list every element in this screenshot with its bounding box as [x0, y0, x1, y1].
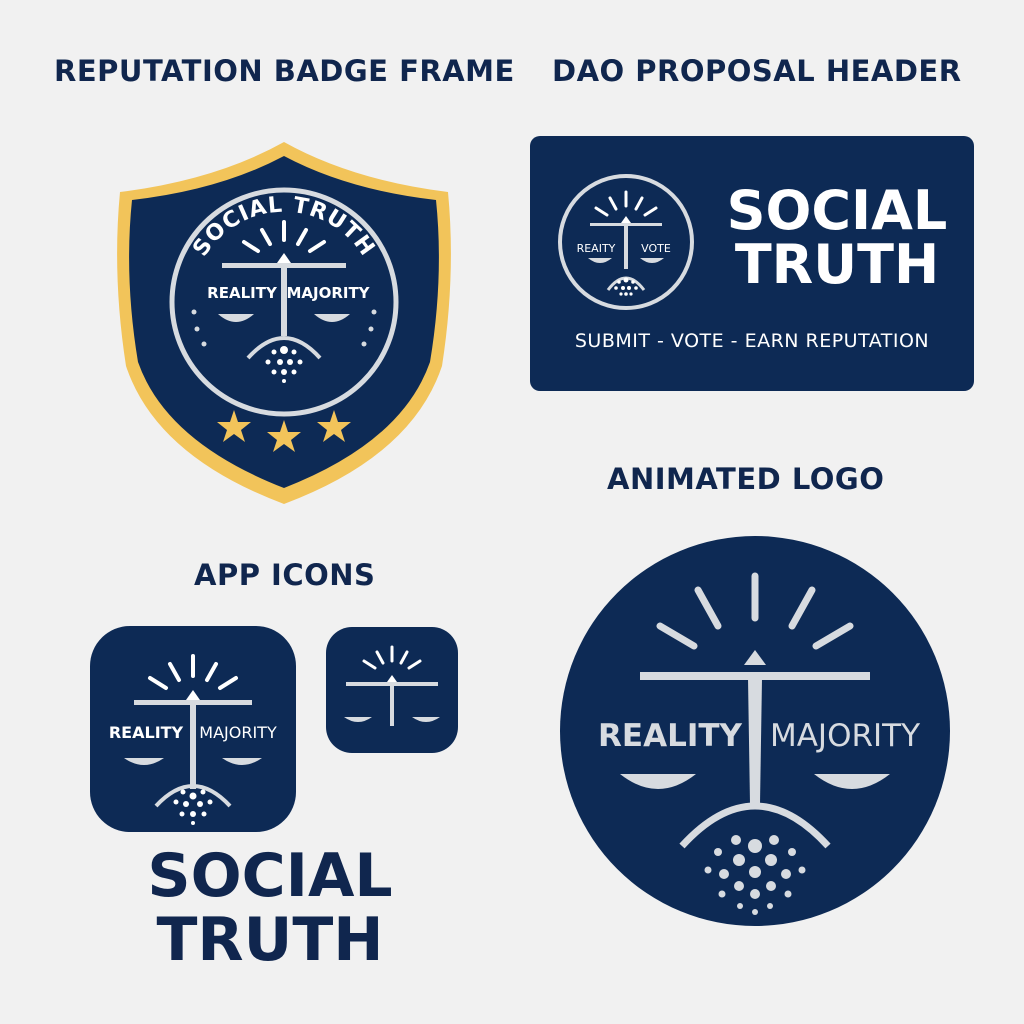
dao-header-name-line2: TRUTH — [734, 233, 940, 296]
dao-proposal-header: REAITY VOTE SOCIAL TRUTH SUBMIT - VOTE -… — [530, 136, 974, 391]
app-icon-small — [326, 627, 458, 753]
app-icon-large: REALITY MAJORITY — [90, 626, 296, 832]
wordmark-line1: SOCIAL — [147, 841, 393, 911]
dao-header-tagline: SUBMIT - VOTE - EARN REPUTATION — [574, 330, 930, 352]
dao-header-name-line1: SOCIAL — [726, 179, 948, 242]
dao-emblem-right-label: VOTE — [641, 242, 671, 255]
dao-header-name: SOCIAL TRUTH — [712, 184, 962, 292]
app-icon-left-label: REALITY — [109, 723, 184, 742]
animated-logo-section-title: ANIMATED LOGO — [607, 462, 885, 496]
social-truth-wordmark: SOCIAL TRUTH — [100, 844, 440, 972]
app-icons-section-title: APP ICONS — [194, 558, 376, 592]
reputation-badge: SOCIAL TRUTH REALITY MAJORITY — [117, 142, 451, 504]
wordmark-line2: TRUTH — [156, 905, 384, 975]
animated-logo: REALITY MAJORITY — [560, 536, 950, 926]
animated-logo-left-label: REALITY — [598, 718, 742, 754]
badge-right-label: MAJORITY — [286, 284, 370, 302]
dao-section-title: DAO PROPOSAL HEADER — [552, 54, 962, 88]
app-icon-right-label: MAJORITY — [199, 723, 277, 742]
dao-emblem: REAITY VOTE — [558, 174, 694, 310]
animated-logo-right-label: MAJORITY — [770, 718, 920, 754]
badge-section-title: REPUTATION BADGE FRAME — [54, 54, 515, 88]
dao-emblem-left-label: REAITY — [577, 242, 616, 255]
badge-left-label: REALITY — [207, 284, 278, 302]
